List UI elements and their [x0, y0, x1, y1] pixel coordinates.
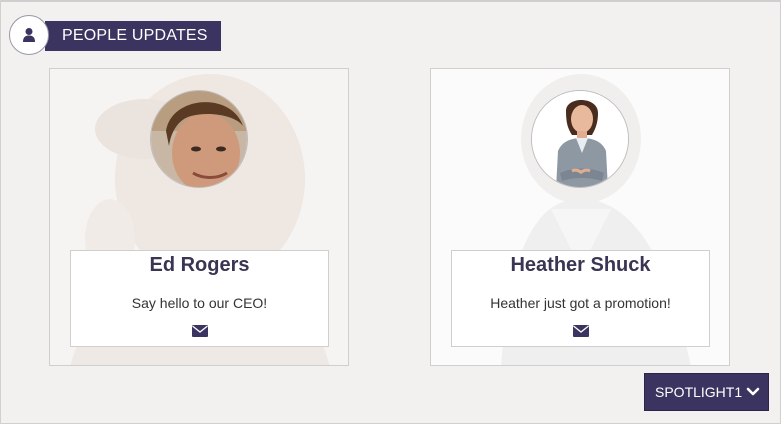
avatar	[150, 90, 248, 188]
user-icon	[9, 15, 49, 55]
person-card: Ed Rogers Say hello to our CEO!	[49, 68, 349, 366]
spotlight-label: SPOTLIGHT1	[655, 384, 743, 400]
people-updates-widget: PEOPLE UPDATES Ed Rogers Say hello to ou…	[0, 0, 781, 424]
widget-title: PEOPLE UPDATES	[45, 21, 221, 51]
person-info-box: Heather Shuck Heather just got a promoti…	[451, 250, 710, 347]
person-message: Say hello to our CEO!	[131, 295, 268, 311]
spotlight-dropdown-button[interactable]: SPOTLIGHT1	[644, 373, 769, 411]
avatar	[531, 90, 629, 188]
envelope-icon[interactable]	[191, 324, 208, 337]
person-info-box: Ed Rogers Say hello to our CEO!	[70, 250, 329, 347]
person-message: Heather just got a promotion!	[490, 295, 671, 311]
person-name: Ed Rogers	[149, 254, 250, 276]
envelope-icon[interactable]	[572, 324, 589, 337]
person-name: Heather Shuck	[510, 254, 651, 276]
chevron-down-icon	[746, 387, 760, 397]
person-card: Heather Shuck Heather just got a promoti…	[430, 68, 730, 366]
